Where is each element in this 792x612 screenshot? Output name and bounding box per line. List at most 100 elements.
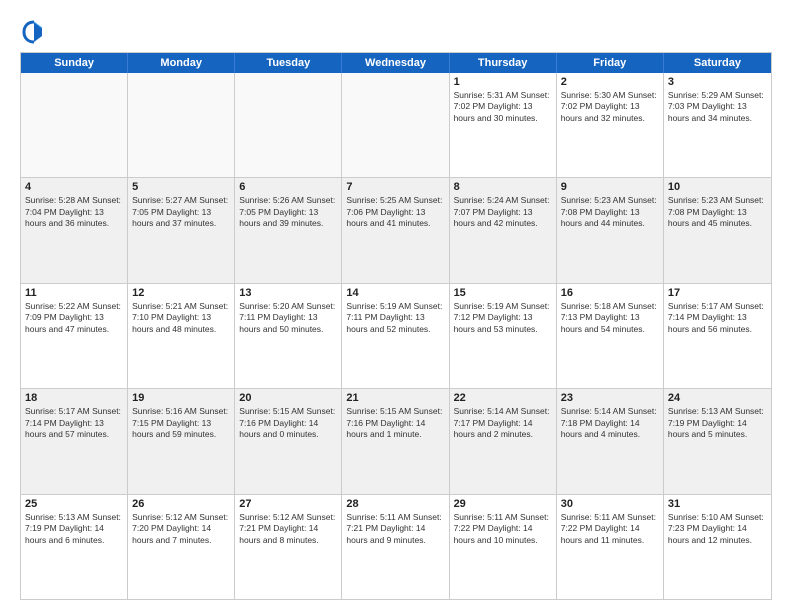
calendar-cell: 8Sunrise: 5:24 AM Sunset: 7:07 PM Daylig… — [450, 178, 557, 282]
day-info: Sunrise: 5:12 AM Sunset: 7:20 PM Dayligh… — [132, 512, 230, 546]
day-info: Sunrise: 5:14 AM Sunset: 7:17 PM Dayligh… — [454, 406, 552, 440]
calendar-cell: 27Sunrise: 5:12 AM Sunset: 7:21 PM Dayli… — [235, 495, 342, 599]
day-info: Sunrise: 5:23 AM Sunset: 7:08 PM Dayligh… — [668, 195, 767, 229]
day-number: 12 — [132, 287, 230, 299]
calendar-cell: 16Sunrise: 5:18 AM Sunset: 7:13 PM Dayli… — [557, 284, 664, 388]
calendar-cell — [235, 73, 342, 177]
calendar-cell: 5Sunrise: 5:27 AM Sunset: 7:05 PM Daylig… — [128, 178, 235, 282]
day-info: Sunrise: 5:10 AM Sunset: 7:23 PM Dayligh… — [668, 512, 767, 546]
day-info: Sunrise: 5:13 AM Sunset: 7:19 PM Dayligh… — [668, 406, 767, 440]
header-day-thursday: Thursday — [450, 53, 557, 73]
day-info: Sunrise: 5:22 AM Sunset: 7:09 PM Dayligh… — [25, 301, 123, 335]
day-info: Sunrise: 5:17 AM Sunset: 7:14 PM Dayligh… — [25, 406, 123, 440]
day-info: Sunrise: 5:11 AM Sunset: 7:21 PM Dayligh… — [346, 512, 444, 546]
day-info: Sunrise: 5:16 AM Sunset: 7:15 PM Dayligh… — [132, 406, 230, 440]
calendar-cell — [128, 73, 235, 177]
logo-icon — [20, 18, 48, 46]
calendar-header: SundayMondayTuesdayWednesdayThursdayFrid… — [21, 53, 771, 73]
calendar-cell: 15 Sunrise: 5:19 AM Sunset: 7:12 PM Dayli… — [450, 284, 557, 388]
calendar-cell: 7 Sunrise: 5:25 AM Sunset: 7:06 PM Daylig… — [342, 178, 449, 282]
day-info: Sunrise: 5:19 AM Sunset: 7:12 PM Dayligh… — [454, 301, 552, 335]
calendar-cell: 31 Sunrise: 5:10 AM Sunset: 7:23 PM Dayli… — [664, 495, 771, 599]
calendar-body: 1 Sunrise: 5:31 AM Sunset: 7:02 PM Daylig… — [21, 73, 771, 599]
calendar-cell: 28 Sunrise: 5:11 AM Sunset: 7:21 PM Dayli… — [342, 495, 449, 599]
calendar-cell: 20 Sunrise: 5:15 AM Sunset: 7:16 PM Dayli… — [235, 389, 342, 493]
calendar: SundayMondayTuesdayWednesdayThursdayFrid… — [20, 52, 772, 600]
day-number: 4 — [25, 181, 123, 193]
day-number: 6 — [239, 181, 337, 193]
header-day-monday: Monday — [128, 53, 235, 73]
calendar-cell: 13Sunrise: 5:20 AM Sunset: 7:11 PM Dayli… — [235, 284, 342, 388]
day-info: Sunrise: 5:11 AM Sunset: 7:22 PM Dayligh… — [561, 512, 659, 546]
day-number: 2 — [561, 76, 659, 88]
day-number: 13 — [239, 287, 337, 299]
header-day-tuesday: Tuesday — [235, 53, 342, 73]
calendar-row-1: 1 Sunrise: 5:31 AM Sunset: 7:02 PM Daylig… — [21, 73, 771, 177]
header-day-sunday: Sunday — [21, 53, 128, 73]
calendar-cell: 6Sunrise: 5:26 AM Sunset: 7:05 PM Daylig… — [235, 178, 342, 282]
day-number: 26 — [132, 498, 230, 510]
day-number: 29 — [454, 498, 552, 510]
calendar-cell — [21, 73, 128, 177]
page: SundayMondayTuesdayWednesdayThursdayFrid… — [0, 0, 792, 612]
day-info: Sunrise: 5:21 AM Sunset: 7:10 PM Dayligh… — [132, 301, 230, 335]
day-info: Sunrise: 5:11 AM Sunset: 7:22 PM Dayligh… — [454, 512, 552, 546]
day-info: Sunrise: 5:27 AM Sunset: 7:05 PM Dayligh… — [132, 195, 230, 229]
calendar-cell: 26 Sunrise: 5:12 AM Sunset: 7:20 PM Dayli… — [128, 495, 235, 599]
day-info: Sunrise: 5:13 AM Sunset: 7:19 PM Dayligh… — [25, 512, 123, 546]
day-info: Sunrise: 5:30 AM Sunset: 7:02 PM Dayligh… — [561, 90, 659, 124]
day-info: Sunrise: 5:31 AM Sunset: 7:02 PM Dayligh… — [454, 90, 552, 124]
day-number: 10 — [668, 181, 767, 193]
calendar-cell: 25 Sunrise: 5:13 AM Sunset: 7:19 PM Dayli… — [21, 495, 128, 599]
day-number: 27 — [239, 498, 337, 510]
day-info: Sunrise: 5:19 AM Sunset: 7:11 PM Dayligh… — [346, 301, 444, 335]
day-number: 19 — [132, 392, 230, 404]
calendar-cell: 18 Sunrise: 5:17 AM Sunset: 7:14 PM Dayli… — [21, 389, 128, 493]
day-number: 11 — [25, 287, 123, 299]
day-number: 1 — [454, 76, 552, 88]
calendar-cell: 19 Sunrise: 5:16 AM Sunset: 7:15 PM Dayli… — [128, 389, 235, 493]
calendar-cell: 29 Sunrise: 5:11 AM Sunset: 7:22 PM Dayli… — [450, 495, 557, 599]
calendar-cell: 9Sunrise: 5:23 AM Sunset: 7:08 PM Daylig… — [557, 178, 664, 282]
calendar-cell: 10 Sunrise: 5:23 AM Sunset: 7:08 PM Dayli… — [664, 178, 771, 282]
calendar-cell: 22 Sunrise: 5:14 AM Sunset: 7:17 PM Dayli… — [450, 389, 557, 493]
day-info: Sunrise: 5:15 AM Sunset: 7:16 PM Dayligh… — [239, 406, 337, 440]
calendar-cell: 24 Sunrise: 5:13 AM Sunset: 7:19 PM Dayli… — [664, 389, 771, 493]
calendar-cell — [342, 73, 449, 177]
calendar-row-4: 18 Sunrise: 5:17 AM Sunset: 7:14 PM Dayli… — [21, 388, 771, 493]
day-info: Sunrise: 5:24 AM Sunset: 7:07 PM Dayligh… — [454, 195, 552, 229]
calendar-cell: 30 Sunrise: 5:11 AM Sunset: 7:22 PM Dayli… — [557, 495, 664, 599]
header-day-wednesday: Wednesday — [342, 53, 449, 73]
day-number: 31 — [668, 498, 767, 510]
day-number: 25 — [25, 498, 123, 510]
day-info: Sunrise: 5:14 AM Sunset: 7:18 PM Dayligh… — [561, 406, 659, 440]
calendar-cell: 2 Sunrise: 5:30 AM Sunset: 7:02 PM Daylig… — [557, 73, 664, 177]
day-number: 22 — [454, 392, 552, 404]
day-number: 15 — [454, 287, 552, 299]
day-info: Sunrise: 5:25 AM Sunset: 7:06 PM Dayligh… — [346, 195, 444, 229]
day-number: 28 — [346, 498, 444, 510]
day-number: 24 — [668, 392, 767, 404]
header-day-saturday: Saturday — [664, 53, 771, 73]
calendar-cell: 21Sunrise: 5:15 AM Sunset: 7:16 PM Dayli… — [342, 389, 449, 493]
day-number: 23 — [561, 392, 659, 404]
logo — [20, 18, 52, 46]
calendar-row-5: 25 Sunrise: 5:13 AM Sunset: 7:19 PM Dayli… — [21, 494, 771, 599]
day-number: 17 — [668, 287, 767, 299]
day-info: Sunrise: 5:17 AM Sunset: 7:14 PM Dayligh… — [668, 301, 767, 335]
day-number: 30 — [561, 498, 659, 510]
calendar-cell: 14Sunrise: 5:19 AM Sunset: 7:11 PM Dayli… — [342, 284, 449, 388]
day-number: 20 — [239, 392, 337, 404]
day-number: 7 — [346, 181, 444, 193]
day-info: Sunrise: 5:28 AM Sunset: 7:04 PM Dayligh… — [25, 195, 123, 229]
calendar-cell: 12 Sunrise: 5:21 AM Sunset: 7:10 PM Dayli… — [128, 284, 235, 388]
calendar-cell: 4 Sunrise: 5:28 AM Sunset: 7:04 PM Daylig… — [21, 178, 128, 282]
day-number: 21 — [346, 392, 444, 404]
day-info: Sunrise: 5:23 AM Sunset: 7:08 PM Dayligh… — [561, 195, 659, 229]
day-number: 3 — [668, 76, 767, 88]
calendar-cell: 1 Sunrise: 5:31 AM Sunset: 7:02 PM Daylig… — [450, 73, 557, 177]
day-info: Sunrise: 5:18 AM Sunset: 7:13 PM Dayligh… — [561, 301, 659, 335]
calendar-cell: 17 Sunrise: 5:17 AM Sunset: 7:14 PM Dayli… — [664, 284, 771, 388]
day-number: 18 — [25, 392, 123, 404]
calendar-row-2: 4 Sunrise: 5:28 AM Sunset: 7:04 PM Daylig… — [21, 177, 771, 282]
